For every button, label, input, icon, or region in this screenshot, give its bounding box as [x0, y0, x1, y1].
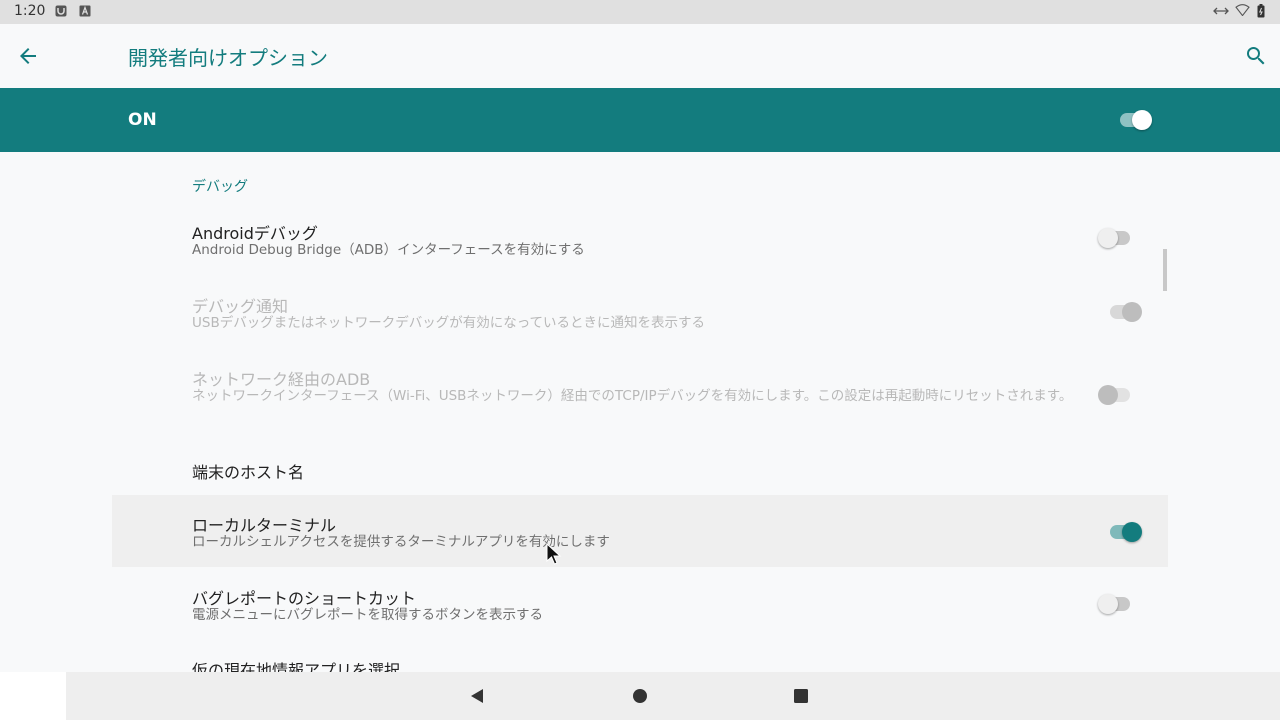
master-switch-bar[interactable]: ON	[0, 88, 1280, 152]
home-circle-icon[interactable]	[630, 686, 650, 706]
arrow-back-icon[interactable]	[16, 44, 40, 68]
setting-summary: 電源メニューにバグレポートを取得するボタンを表示する	[192, 607, 543, 623]
wifi-icon	[1235, 4, 1250, 16]
setting-mock-location-app[interactable]: 仮の現在地情報アプリを選択	[112, 642, 1168, 672]
setting-local-terminal[interactable]: ローカルターミナル ローカルシェルアクセスを提供するターミナルアプリを有効にしま…	[112, 495, 1168, 567]
battery-icon	[1257, 4, 1265, 18]
setting-adb-over-network: ネットワーク経由のADB ネットワークインターフェース（Wi-Fi、USBネット…	[112, 351, 1168, 439]
status-bar: 1:20	[0, 0, 1280, 24]
setting-android-debug[interactable]: Androidデバッグ Android Debug Bridge（ADB）インタ…	[112, 205, 1168, 273]
setting-bugreport-shortcut[interactable]: バグレポートのショートカット 電源メニューにバグレポートを取得するボタンを表示す…	[112, 570, 1168, 638]
setting-summary: USBデバッグまたはネットワークデバッグが有効になっているときに通知を表示する	[192, 315, 706, 331]
data-arrows-icon	[1213, 7, 1229, 15]
setting-summary: ネットワークインターフェース（Wi-Fi、USBネットワーク）経由でのTCP/I…	[192, 388, 1073, 404]
setting-summary: ローカルシェルアクセスを提供するターミナルアプリを有効にします	[192, 534, 610, 550]
navigation-bar	[66, 672, 1280, 720]
section-header-debug: デバッグ	[192, 179, 248, 195]
local-terminal-toggle[interactable]	[1108, 520, 1144, 544]
page-title: 開発者向けオプション	[128, 46, 328, 70]
setting-title: 端末のホスト名	[192, 463, 305, 482]
search-icon[interactable]	[1244, 44, 1268, 68]
bugreport-shortcut-toggle[interactable]	[1098, 592, 1134, 616]
scrollbar[interactable]	[1163, 249, 1167, 291]
android-debug-toggle[interactable]	[1098, 226, 1134, 250]
debug-notification-toggle	[1108, 300, 1144, 324]
status-time: 1:20	[14, 3, 46, 19]
setting-summary: Android Debug Bridge（ADB）インターフェースを有効にする	[192, 242, 585, 258]
master-switch-label: ON	[128, 110, 157, 130]
app-bar: 開発者向けオプション	[0, 24, 1280, 88]
back-triangle-icon[interactable]	[467, 686, 487, 706]
setting-title: 仮の現在地情報アプリを選択	[192, 661, 401, 672]
setting-debug-notification: デバッグ通知 USBデバッグまたはネットワークデバッグが有効になっているときに通…	[112, 278, 1168, 346]
adb-over-network-toggle	[1098, 383, 1134, 407]
nav-bar-left-blank	[0, 672, 66, 720]
image-notification-icon	[55, 5, 67, 17]
setting-device-hostname[interactable]: 端末のホスト名	[112, 444, 1168, 492]
mouse-cursor-icon	[546, 543, 562, 565]
keyboard-a-icon	[79, 5, 91, 17]
recents-square-icon[interactable]	[791, 686, 811, 706]
master-toggle[interactable]	[1118, 108, 1154, 132]
